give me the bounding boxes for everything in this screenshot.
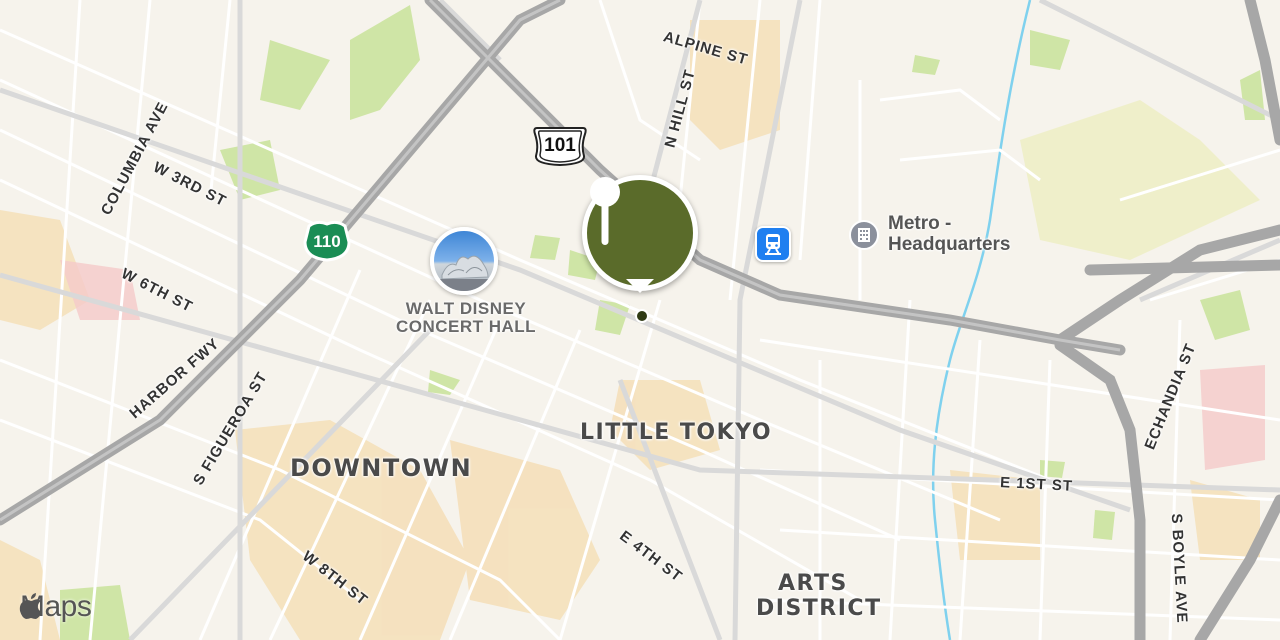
metro-label-line1: Metro - — [888, 213, 952, 234]
concert-hall-label-line2: CONCERT HALL — [395, 317, 537, 336]
concert-hall-photo-icon[interactable] — [430, 227, 498, 295]
apple-logo-icon — [19, 593, 42, 619]
us-101-label: 101 — [544, 135, 576, 156]
building-icon[interactable] — [849, 220, 879, 250]
metro-label-line2: Headquarters — [888, 234, 1011, 255]
map-pin-marker-icon[interactable] — [582, 175, 698, 293]
district-label-arts-1: ARTS — [778, 571, 848, 596]
pin-glyph-icon — [590, 177, 620, 245]
concert-hall-label: WALT DISNEY CONCERT HALL — [386, 300, 546, 336]
concert-hall-label-line1: WALT DISNEY — [405, 299, 527, 318]
train-station-icon[interactable] — [755, 226, 791, 262]
map-canvas[interactable]: ALPINE ST N HILL ST COLUMBIA AVE W 3RD S… — [0, 0, 1280, 640]
district-label-arts-2: DISTRICT — [756, 596, 882, 621]
ca-110-shield-icon: 110 — [303, 218, 351, 262]
pin-location-dot — [635, 309, 649, 323]
ca-110-label: 110 — [313, 232, 341, 251]
maps-brand: Maps — [18, 590, 92, 624]
metro-headquarters-label: Metro - Headquarters — [888, 213, 1011, 255]
pin-tail — [626, 279, 654, 293]
district-label-little-tokyo: LITTLE TOKYO — [580, 420, 773, 445]
district-label-downtown: DOWNTOWN — [290, 454, 473, 482]
us-101-shield-icon: 101 — [533, 126, 587, 166]
